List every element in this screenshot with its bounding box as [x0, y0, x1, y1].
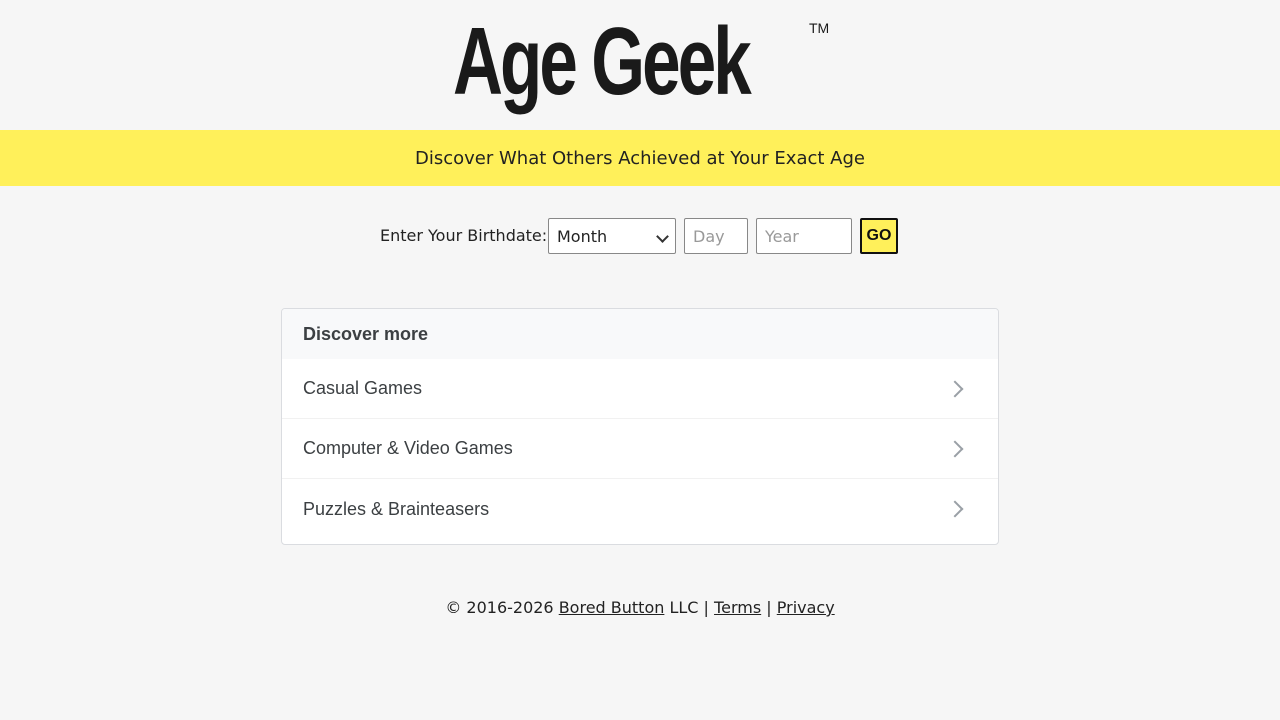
chevron-right-icon: [946, 440, 964, 458]
month-select[interactable]: Month: [548, 218, 676, 254]
page: Age Geek TM Discover What Others Achieve…: [0, 0, 1280, 720]
company-suffix: LLC |: [669, 598, 709, 617]
footer-separator: |: [766, 598, 772, 617]
tagline-text: Discover What Others Achieved at Your Ex…: [415, 147, 865, 169]
discover-item-label: Casual Games: [303, 378, 423, 398]
chevron-down-icon: [656, 230, 669, 243]
birthdate-form: Enter Your Birthdate: Month GO: [0, 218, 1280, 254]
birthdate-label: Enter Your Birthdate:: [380, 226, 548, 245]
chevron-right-icon: [946, 380, 964, 398]
tagline-banner: Discover What Others Achieved at Your Ex…: [0, 130, 1280, 186]
footer: © 2016-2026 Bored Button LLC | Terms | P…: [0, 598, 1280, 617]
discover-item-computer-video-games[interactable]: Computer & Video Games: [282, 419, 998, 479]
month-select-value: Month: [557, 227, 608, 246]
discover-more-title: Discover more: [282, 309, 998, 359]
go-button[interactable]: GO: [860, 218, 898, 254]
chevron-right-icon: [946, 500, 964, 518]
discover-item-label: Puzzles & Brainteasers: [303, 498, 490, 519]
year-input[interactable]: [756, 218, 852, 254]
discover-more-card: Discover more Casual Games Computer & Vi…: [281, 308, 999, 545]
trademark-symbol: TM: [809, 20, 830, 36]
discover-item-casual-games[interactable]: Casual Games: [282, 359, 998, 419]
copyright-text: © 2016-2026: [445, 598, 554, 617]
header: Age Geek TM: [0, 0, 1280, 130]
bored-button-link[interactable]: Bored Button: [559, 598, 665, 617]
discover-item-label: Computer & Video Games: [303, 438, 513, 458]
day-input[interactable]: [684, 218, 748, 254]
discover-item-puzzles-brainteasers[interactable]: Puzzles & Brainteasers: [282, 479, 998, 539]
terms-link[interactable]: Terms: [714, 598, 761, 617]
site-logo[interactable]: Age Geek: [453, 14, 752, 110]
privacy-link[interactable]: Privacy: [777, 598, 835, 617]
